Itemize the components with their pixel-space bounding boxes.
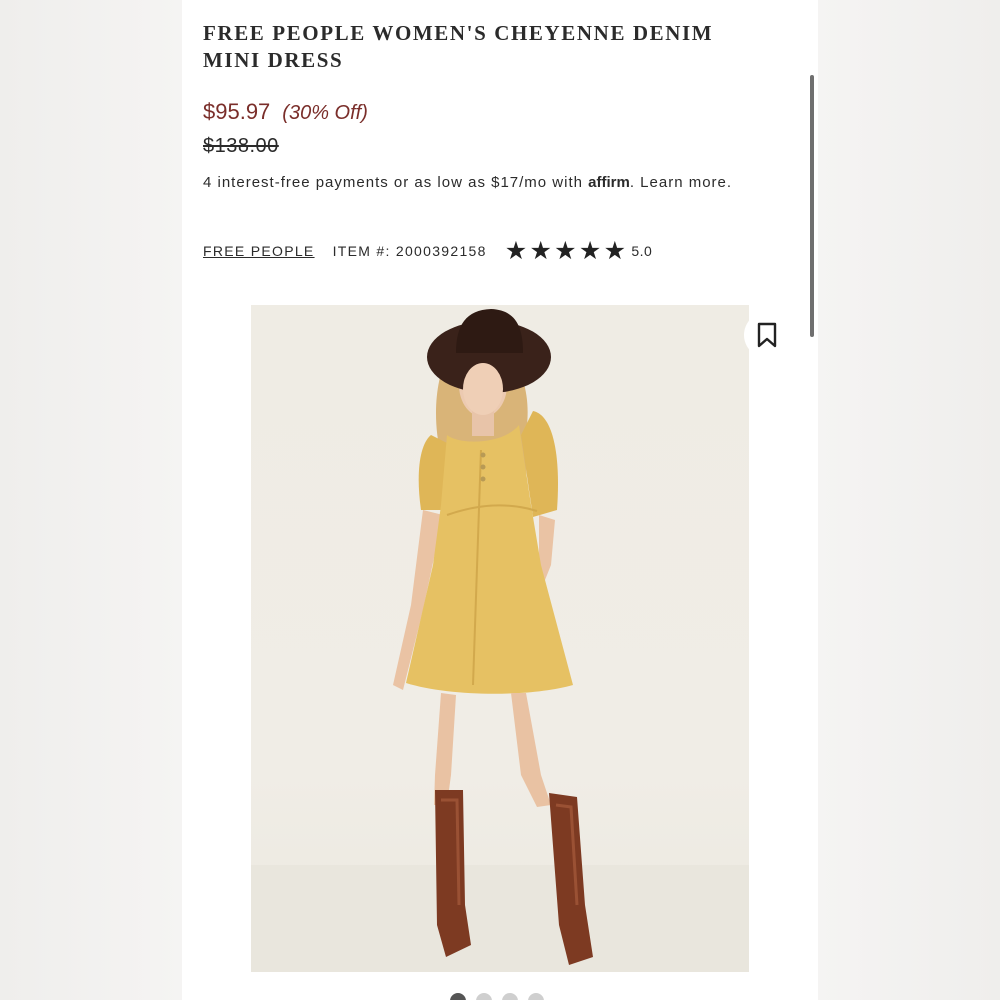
bookmark-icon: [757, 322, 777, 348]
star-icon: ★: [504, 237, 529, 265]
learn-more-link[interactable]: . Learn more.: [630, 174, 732, 191]
product-title: FREE PEOPLE WOMEN'S CHEYENNE DENIM MINI …: [203, 21, 714, 72]
carousel-dot[interactable]: [450, 993, 466, 1000]
star-icon: ★: [578, 237, 603, 265]
affirm-logo: affirm: [588, 174, 630, 191]
rating-value: 5.0: [631, 243, 653, 259]
star-icon: ★: [529, 237, 554, 265]
affirm-logo-text: affirm: [588, 174, 630, 191]
model-illustration: [251, 309, 749, 972]
star-icon: ★: [554, 237, 578, 265]
brand-link[interactable]: FREE PEOPLE: [203, 243, 315, 259]
carousel-dot[interactable]: [502, 993, 518, 1000]
sale-price: $95.97: [203, 99, 271, 124]
product-page: FREE PEOPLE WOMEN'S CHEYENNE DENIM MINI …: [182, 0, 818, 1000]
background-left: [0, 0, 182, 1000]
item-number: ITEM #: 2000392158: [332, 243, 487, 259]
financing-message[interactable]: 4 interest-free payments or as low as $1…: [203, 171, 763, 194]
scrollbar[interactable]: [810, 75, 814, 337]
carousel-indicators: [450, 993, 544, 1000]
background-right: [818, 0, 1000, 1000]
rating-stars[interactable]: ★ ★ ★ ★ ★: [504, 237, 628, 265]
discount-label: (30% Off): [282, 102, 368, 124]
price-row: $95.97 (30% Off): [203, 99, 368, 125]
carousel-dot[interactable]: [476, 993, 492, 1000]
financing-text: 4 interest-free payments or as low as $1…: [203, 174, 583, 191]
original-price: $138.00: [203, 135, 279, 157]
product-meta: FREE PEOPLE ITEM #: 2000392158 ★ ★ ★ ★ ★…: [203, 237, 653, 265]
star-icon: ★: [603, 237, 628, 265]
product-image[interactable]: [251, 305, 749, 972]
wishlist-button[interactable]: [744, 312, 790, 358]
carousel-dot[interactable]: [528, 993, 544, 1000]
